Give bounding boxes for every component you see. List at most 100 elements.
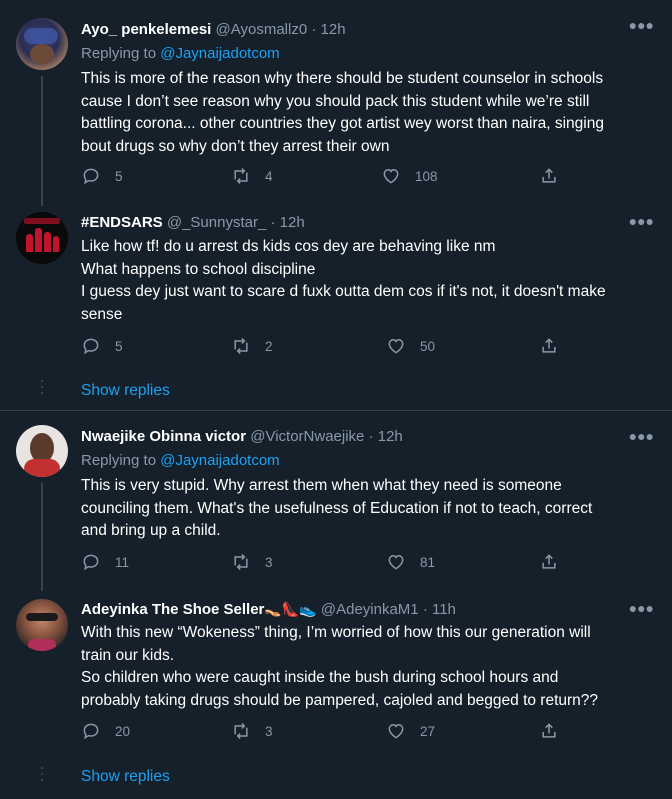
timestamp[interactable]: · 11h <box>423 601 456 618</box>
like-count: 50 <box>420 338 436 354</box>
timestamp[interactable]: · 12h <box>369 428 403 445</box>
tweet-header: Nwaejike Obinna victor @VictorNwaejike ·… <box>81 427 403 447</box>
like-button[interactable]: 27 <box>386 721 435 741</box>
retweet-button[interactable]: 3 <box>231 552 273 572</box>
display-name[interactable]: Adeyinka The Shoe Seller <box>81 601 264 618</box>
mention-link[interactable]: @Jaynaijadotcom <box>160 45 279 62</box>
more-icon[interactable]: ●●● <box>629 429 654 443</box>
share-icon <box>542 338 556 353</box>
replying-to: Replying to @Jaynaijadotcom <box>81 44 280 64</box>
like-button[interactable]: 50 <box>386 336 435 356</box>
share-button[interactable] <box>539 166 573 186</box>
like-count: 27 <box>420 723 436 739</box>
user-handle[interactable]: @Ayosmallz0 <box>216 21 308 38</box>
share-button[interactable] <box>539 721 573 741</box>
retweet-icon <box>234 167 248 185</box>
display-name[interactable]: Nwaejike Obinna victor <box>81 428 246 445</box>
share-icon <box>542 554 556 569</box>
tweet-line: bout drugs so why don’t they arrest thei… <box>81 137 390 155</box>
user-handle[interactable]: @AdeyinkaM1 <box>321 601 419 618</box>
heart-icon <box>383 168 399 184</box>
retweet-button[interactable]: 2 <box>231 336 273 356</box>
tweet-actions: 5 2 50 <box>81 336 561 358</box>
tweet-text: Like how tf! do u arrest ds kids cos dey… <box>81 236 651 326</box>
tweet-1[interactable]: Ayo_ penkelemesi @Ayosmallz0 · 12h ●●● R… <box>0 0 672 210</box>
user-handle[interactable]: @_Sunnystar_ <box>167 214 266 231</box>
thread-line <box>41 483 43 591</box>
tweet-line: battling corona... other countries they … <box>81 115 604 132</box>
reply-button[interactable]: 5 <box>81 166 123 186</box>
tweet-line: I guess dey just want to scare d fuxk ou… <box>81 283 606 300</box>
retweet-count: 3 <box>265 554 273 570</box>
more-icon[interactable]: ●●● <box>629 18 654 32</box>
reply-count: 5 <box>115 338 123 354</box>
display-name[interactable]: Ayo_ penkelemesi <box>81 21 211 38</box>
timestamp[interactable]: · 12h <box>311 21 345 38</box>
tweet-actions: 11 3 81 <box>81 552 561 574</box>
show-replies-link[interactable]: Show replies <box>81 767 170 787</box>
tweet-text: This is very stupid. Why arrest them whe… <box>81 475 651 543</box>
retweet-icon <box>234 553 248 571</box>
reply-icon <box>83 338 99 355</box>
reply-count: 5 <box>115 168 123 184</box>
tweet-2[interactable]: #ENDSARS @_Sunnystar_ · 12h ●●● Like how… <box>0 200 672 410</box>
reply-button[interactable]: 20 <box>81 721 130 741</box>
replying-to-label: Replying to <box>81 452 157 469</box>
reply-count: 11 <box>115 554 130 570</box>
replying-to: Replying to @Jaynaijadotcom <box>81 451 280 471</box>
more-icon[interactable]: ●●● <box>629 601 654 615</box>
reply-button[interactable]: 5 <box>81 336 123 356</box>
tweet-3[interactable]: Nwaejike Obinna victor @VictorNwaejike ·… <box>0 411 672 591</box>
show-replies-link[interactable]: Show replies <box>81 381 170 401</box>
tweet-line: and bring up a child. <box>81 522 221 539</box>
avatar[interactable] <box>16 425 68 477</box>
tweet-4[interactable]: Adeyinka The Shoe Seller👡👠👟 @AdeyinkaM1 … <box>0 591 672 799</box>
like-button[interactable]: 81 <box>386 552 435 572</box>
thread-line <box>41 76 43 206</box>
replying-to-label: Replying to <box>81 45 157 62</box>
thread-dots <box>41 767 45 785</box>
avatar[interactable] <box>16 599 68 651</box>
avatar[interactable] <box>16 18 68 70</box>
tweet-line: So children who were caught inside the b… <box>81 669 559 686</box>
like-button[interactable]: 108 <box>381 166 438 186</box>
tweet-line: Like how tf! do u arrest ds kids cos dey… <box>81 238 496 255</box>
thread-dots <box>41 380 45 398</box>
user-handle[interactable]: @VictorNwaejike <box>250 428 364 445</box>
tweet-line: cause I don’t see reason why you should … <box>81 92 590 110</box>
tweet-line: sense <box>81 305 123 323</box>
timestamp[interactable]: · 12h <box>270 214 304 231</box>
retweet-count: 2 <box>265 338 273 354</box>
heart-icon <box>388 554 404 570</box>
tweet-header: #ENDSARS @_Sunnystar_ · 12h <box>81 213 305 233</box>
share-icon <box>542 723 556 738</box>
share-button[interactable] <box>539 552 573 572</box>
reply-icon <box>83 723 99 740</box>
retweet-count: 4 <box>265 168 273 184</box>
tweet-header: Ayo_ penkelemesi @Ayosmallz0 · 12h <box>81 20 346 40</box>
avatar[interactable] <box>16 212 68 264</box>
retweet-button[interactable]: 3 <box>231 721 273 741</box>
display-name[interactable]: #ENDSARS <box>81 214 163 231</box>
reply-count: 20 <box>115 723 131 739</box>
heart-icon <box>388 723 404 739</box>
heart-icon <box>388 338 404 354</box>
reply-icon <box>83 168 99 185</box>
share-button[interactable] <box>539 336 573 356</box>
retweet-count: 3 <box>265 723 273 739</box>
share-icon <box>542 168 556 183</box>
tweet-actions: 5 4 108 <box>81 166 561 188</box>
more-icon[interactable]: ●●● <box>629 214 654 228</box>
tweet-line: probably taking drugs should be pampered… <box>81 691 599 709</box>
mention-link[interactable]: @Jaynaijadotcom <box>160 452 279 469</box>
tweet-header: Adeyinka The Shoe Seller👡👠👟 @AdeyinkaM1 … <box>81 599 456 620</box>
like-count: 108 <box>415 168 438 184</box>
reply-button[interactable]: 11 <box>81 552 129 572</box>
reply-icon <box>83 554 99 571</box>
retweet-button[interactable]: 4 <box>231 166 273 186</box>
like-count: 81 <box>420 554 436 570</box>
tweet-line: What happens to school discipline <box>81 260 316 278</box>
tweet-line: counciling them. What's the usefulness o… <box>81 499 593 517</box>
tweet-line: This is very stupid. Why arrest them whe… <box>81 477 562 494</box>
tweet-text: With this new “Wokeness” thing, I’m worr… <box>81 622 651 712</box>
